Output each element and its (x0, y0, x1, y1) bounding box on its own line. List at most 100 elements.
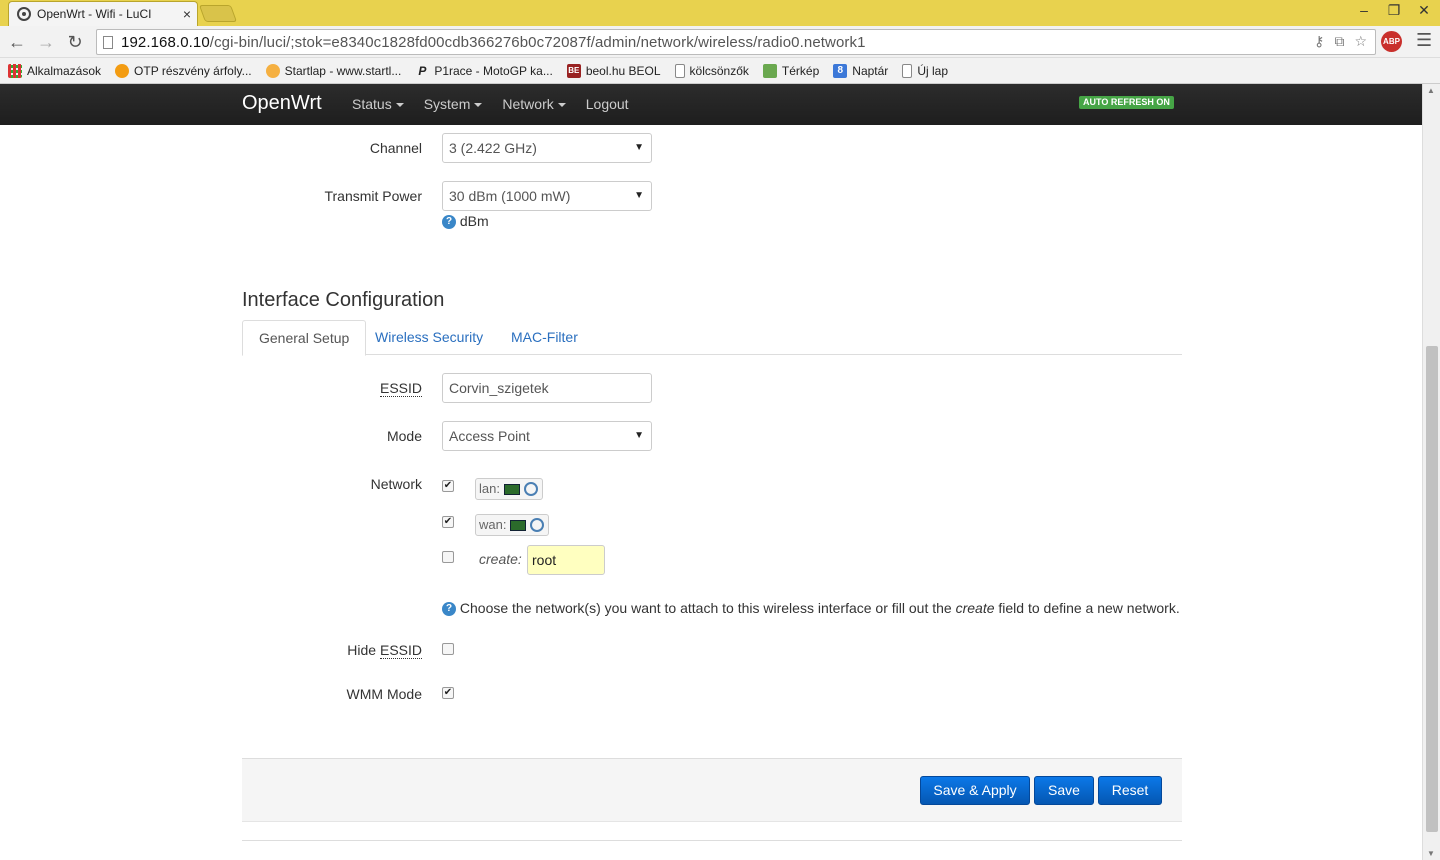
wifi-icon (530, 518, 545, 532)
wifi-icon (523, 482, 538, 496)
scroll-down-icon[interactable]: ▼ (1427, 849, 1435, 858)
create-network-input[interactable]: root (527, 545, 605, 575)
url-text: 192.168.0.10/cgi-bin/luci/;stok=e8340c18… (121, 34, 866, 51)
minimize-icon[interactable]: – (1356, 2, 1372, 19)
bookmark-label: Térkép (781, 63, 820, 78)
page-scrollbar[interactable]: ▲ ▼ (1422, 84, 1440, 860)
luci-navbar: OpenWrt Status System Network Logout AUT… (0, 84, 1422, 125)
bookmark-naptar[interactable]: 8 Naptár (833, 63, 889, 78)
network-help: ? Choose the network(s) you want to atta… (442, 600, 1180, 617)
help-icon: ? (442, 215, 456, 230)
network-wan-checkbox[interactable]: ✔ (442, 516, 454, 528)
help-icon: ? (442, 602, 456, 617)
new-tab-button[interactable] (198, 5, 238, 22)
save-apply-button[interactable]: Save & Apply (920, 776, 1030, 805)
bookmark-beol[interactable]: BE beol.hu BEOL (566, 63, 661, 78)
page-icon (674, 63, 685, 78)
network-lan-checkbox[interactable]: ✔ (442, 480, 454, 492)
forward-icon[interactable]: → (35, 31, 57, 53)
key-icon[interactable]: ⚷ (1314, 33, 1324, 50)
reset-button[interactable]: Reset (1098, 776, 1162, 805)
network-help-text: Choose the network(s) you want to attach… (459, 600, 956, 616)
wmm-checkbox[interactable]: ✔ (442, 687, 454, 699)
apps-icon (8, 63, 22, 78)
bookmark-label: Alkalmazások (27, 63, 102, 78)
beol-icon: BE (566, 63, 581, 78)
mode-select[interactable]: Access Point ▼ (442, 421, 652, 451)
bookmark-uj-lap[interactable]: Új lap (902, 63, 948, 78)
network-help-emphasis: create (955, 600, 995, 616)
address-bar[interactable]: 192.168.0.10/cgi-bin/luci/;stok=e8340c18… (96, 29, 1376, 55)
save-button[interactable]: Save (1034, 776, 1094, 805)
menu-status[interactable]: Status (352, 96, 404, 112)
txpower-label: Transmit Power (324, 188, 422, 204)
network-lan-name: lan: (479, 481, 500, 496)
window-controls: – ❐ ✕ (1356, 2, 1432, 19)
hide-essid-checkbox[interactable] (442, 643, 454, 655)
menu-label: Status (352, 96, 392, 112)
close-window-icon[interactable]: ✕ (1416, 2, 1432, 19)
bookmark-label: P1race - MotoGP ka... (434, 63, 553, 78)
interface-tabs: General Setup Wireless Security MAC-Filt… (242, 320, 1182, 356)
txpower-help-text: dBm (459, 213, 489, 229)
network-help-text-end: field to define a new network. (994, 600, 1180, 616)
menu-system[interactable]: System (424, 96, 483, 112)
network-create-checkbox[interactable] (442, 551, 454, 563)
back-icon[interactable]: ← (6, 31, 28, 53)
channel-value: 3 (2.422 GHz) (449, 140, 537, 156)
network-lan-badge: lan: (475, 478, 543, 500)
scrollbar-thumb[interactable] (1426, 346, 1438, 832)
essid-input[interactable]: Corvin_szigetek (442, 373, 652, 403)
caret-down-icon (395, 103, 404, 108)
bookmark-otp[interactable]: OTP részvény árfoly... (115, 63, 252, 78)
tab-wireless-security[interactable]: Wireless Security (359, 320, 499, 355)
scroll-up-icon[interactable]: ▲ (1427, 86, 1435, 95)
bookmark-label: beol.hu BEOL (585, 63, 661, 78)
translate-icon[interactable]: ⧉ (1334, 33, 1344, 50)
chrome-menu-icon[interactable]: ☰ (1416, 30, 1432, 51)
txpower-help: ? dBm (442, 213, 489, 230)
txpower-select[interactable]: 30 dBm (1000 mW) ▼ (442, 181, 652, 211)
menu-label: System (423, 96, 471, 112)
dropdown-arrow-icon: ▼ (634, 430, 644, 441)
url-host: 192.168.0.10 (121, 33, 210, 51)
bookmark-label: Naptár (852, 63, 889, 78)
form-actions: Save & Apply Save Reset (242, 758, 1182, 822)
main-menu: Status System Network Logout (352, 96, 629, 112)
reload-icon[interactable]: ↻ (64, 31, 86, 53)
menu-network[interactable]: Network (502, 96, 566, 112)
bookmark-terkep[interactable]: Térkép (762, 63, 820, 78)
bookmark-label: Startlap - www.startl... (284, 63, 402, 78)
bookmark-startlap[interactable]: Startlap - www.startl... (265, 63, 402, 78)
tab-title: OpenWrt - Wifi - LuCI (37, 7, 152, 21)
browser-tab[interactable]: OpenWrt - Wifi - LuCI × (8, 1, 198, 26)
bookmark-apps[interactable]: Alkalmazások (8, 63, 102, 78)
ethernet-icon (503, 483, 520, 495)
browser-toolbar: ← → ↻ 192.168.0.10/cgi-bin/luci/;stok=e8… (0, 26, 1440, 58)
hide-essid-abbr: ESSID (379, 642, 422, 659)
channel-select[interactable]: 3 (2.422 GHz) ▼ (442, 133, 652, 163)
otp-icon (115, 63, 130, 78)
menu-logout[interactable]: Logout (586, 96, 629, 112)
restore-icon[interactable]: ❐ (1386, 2, 1402, 19)
calendar-icon: 8 (833, 63, 848, 78)
bookmark-label: kölcsönzők (689, 63, 749, 78)
adblock-plus-icon[interactable]: ABP (1381, 31, 1402, 52)
network-label: Network (370, 476, 422, 492)
bookmark-kolcsonzok[interactable]: kölcsönzők (674, 63, 749, 78)
bookmark-p1race[interactable]: P P1race - MotoGP ka... (415, 64, 553, 78)
tab-general-setup[interactable]: General Setup (242, 320, 367, 356)
create-label: create: (479, 551, 522, 567)
caret-down-icon (474, 103, 483, 108)
tab-close-icon[interactable]: × (183, 6, 191, 22)
auto-refresh-badge[interactable]: AUTO REFRESH ON (1079, 96, 1174, 109)
brand-logo[interactable]: OpenWrt (242, 92, 322, 115)
network-wan-name: wan: (479, 517, 507, 532)
dropdown-arrow-icon: ▼ (634, 190, 644, 201)
ethernet-icon (510, 519, 527, 531)
bookmark-star-icon[interactable]: ☆ (1354, 33, 1367, 50)
mode-label: Mode (386, 428, 422, 444)
tab-mac-filter[interactable]: MAC-Filter (495, 320, 594, 355)
channel-label: Channel (369, 140, 422, 156)
bookmarks-bar: Alkalmazások OTP részvény árfoly... Star… (0, 58, 1440, 84)
